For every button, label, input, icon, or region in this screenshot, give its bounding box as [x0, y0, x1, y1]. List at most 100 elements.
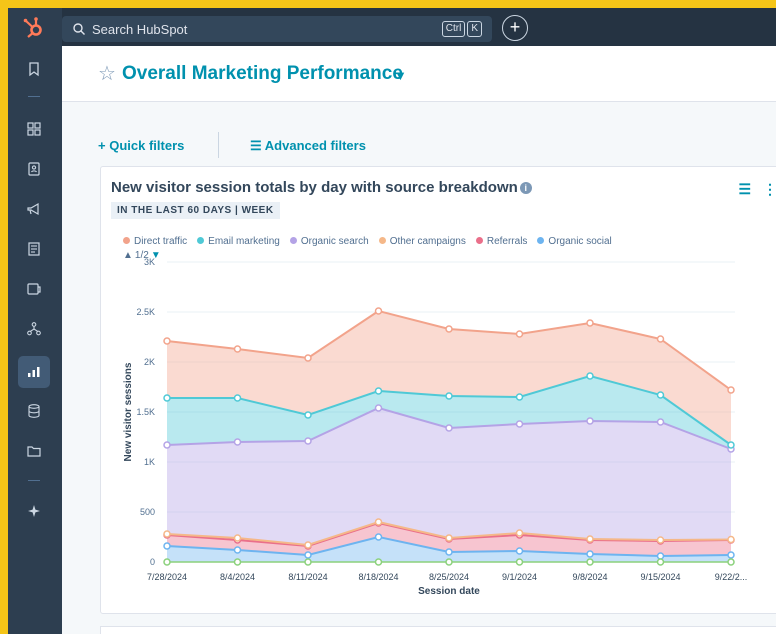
data-point	[304, 541, 312, 549]
next-report-card	[100, 626, 776, 634]
data-point	[233, 438, 242, 446]
advanced-filters-button[interactable]: ☰ Advanced filters	[250, 138, 366, 154]
quick-filters-label: Quick filters	[109, 138, 185, 153]
data-point	[515, 330, 524, 338]
data-point	[163, 337, 171, 345]
y-tick-label: 1K	[144, 457, 155, 467]
automation-icon[interactable]	[23, 318, 45, 340]
search-icon	[73, 23, 85, 35]
data-point	[515, 558, 524, 566]
data-point	[233, 345, 242, 353]
data-point	[727, 551, 735, 559]
data-point	[656, 558, 665, 566]
data-point	[233, 546, 242, 554]
data-point	[656, 391, 665, 399]
filter-divider	[218, 132, 219, 158]
sidebar-divider	[28, 96, 40, 97]
report-card: New visitor session totals by day with s…	[100, 166, 776, 614]
bookmark-icon[interactable]	[23, 58, 45, 80]
data-point	[304, 354, 312, 362]
shortcut-key-k: K	[467, 21, 482, 37]
shortcut-key-ctrl: Ctrl	[441, 21, 466, 37]
data-point	[374, 558, 383, 566]
sliders-icon: ☰	[250, 138, 265, 153]
x-tick-label: 8/25/2024	[429, 572, 469, 582]
sidebar-divider	[28, 480, 40, 481]
top-navigation-bar: Search HubSpot Ctrl K +	[62, 8, 776, 46]
data-point	[515, 529, 524, 537]
data-point	[586, 319, 594, 327]
y-tick-label: 1.5K	[136, 407, 155, 417]
data-point	[656, 552, 665, 560]
dashboard-title[interactable]: Overall Marketing Performance	[122, 63, 403, 85]
data-point	[586, 535, 594, 543]
data-point	[374, 518, 383, 526]
x-axis-label: Session date	[418, 586, 480, 597]
data-point	[163, 558, 171, 566]
app-frame: Search HubSpot Ctrl K + ☆ Overall Market…	[8, 8, 776, 634]
data-point	[515, 393, 524, 401]
plus-icon: +	[98, 138, 110, 153]
data-point	[304, 551, 312, 559]
y-tick-label: 2.5K	[136, 307, 155, 317]
data-icon[interactable]	[23, 400, 45, 422]
x-tick-label: 8/4/2024	[220, 572, 255, 582]
x-tick-label: 7/28/2024	[147, 572, 187, 582]
search-shortcut: Ctrl K	[441, 21, 482, 37]
data-point	[727, 535, 735, 544]
data-point	[727, 441, 735, 449]
stacked-area-chart: 0 500 1K 1.5K 2K 2.5K 3K 7/28/2024 8/4/2024 8/11/…	[123, 257, 748, 597]
y-tick-label: 500	[140, 507, 155, 517]
data-point	[304, 411, 312, 419]
data-point	[233, 394, 242, 402]
x-tick-label: 9/22/2...	[715, 572, 748, 582]
commerce-icon[interactable]	[23, 278, 45, 300]
data-point	[374, 533, 383, 541]
data-point	[163, 394, 171, 402]
advanced-filters-label: Advanced filters	[264, 138, 366, 153]
data-point	[163, 441, 171, 449]
x-tick-label: 9/15/2024	[640, 572, 680, 582]
hubspot-logo-icon[interactable]	[22, 16, 46, 40]
data-point	[304, 437, 312, 445]
content-icon[interactable]	[23, 238, 45, 260]
dashboard-header: ☆ Overall Marketing Performance ▼	[62, 46, 776, 102]
data-point	[445, 548, 453, 556]
y-tick-label: 0	[150, 557, 155, 567]
x-tick-label: 8/18/2024	[358, 572, 398, 582]
library-icon[interactable]	[23, 440, 45, 462]
quick-filters-button[interactable]: + Quick filters	[98, 138, 184, 153]
x-tick-label: 9/1/2024	[502, 572, 537, 582]
data-point	[445, 392, 453, 400]
data-point	[233, 558, 242, 566]
data-point	[586, 372, 594, 380]
data-point	[727, 386, 735, 394]
apps-grid-icon[interactable]	[23, 118, 45, 140]
x-tick-label: 8/11/2024	[288, 572, 327, 582]
search-placeholder: Search HubSpot	[92, 21, 188, 37]
data-point	[233, 534, 242, 542]
data-point	[163, 530, 171, 538]
y-tick-label: 2K	[144, 357, 155, 367]
data-point	[374, 404, 383, 412]
data-point	[586, 550, 594, 558]
data-point	[727, 558, 735, 566]
chevron-down-icon[interactable]: ▼	[394, 68, 407, 83]
breeze-icon[interactable]	[23, 500, 45, 522]
data-point	[445, 534, 453, 542]
megaphone-icon[interactable]	[23, 198, 45, 220]
data-point	[374, 307, 383, 315]
data-point	[656, 418, 665, 426]
reports-icon[interactable]	[18, 356, 50, 388]
left-sidebar	[8, 8, 62, 634]
data-point	[445, 424, 453, 432]
contacts-icon[interactable]	[23, 158, 45, 180]
favorite-star-icon[interactable]: ☆	[98, 64, 116, 84]
data-point	[515, 420, 524, 428]
data-point	[586, 558, 594, 566]
data-point	[586, 417, 594, 425]
data-point	[656, 335, 665, 343]
global-search-input[interactable]: Search HubSpot Ctrl K	[62, 16, 492, 42]
create-new-button[interactable]: +	[502, 15, 528, 41]
data-point	[304, 558, 312, 566]
